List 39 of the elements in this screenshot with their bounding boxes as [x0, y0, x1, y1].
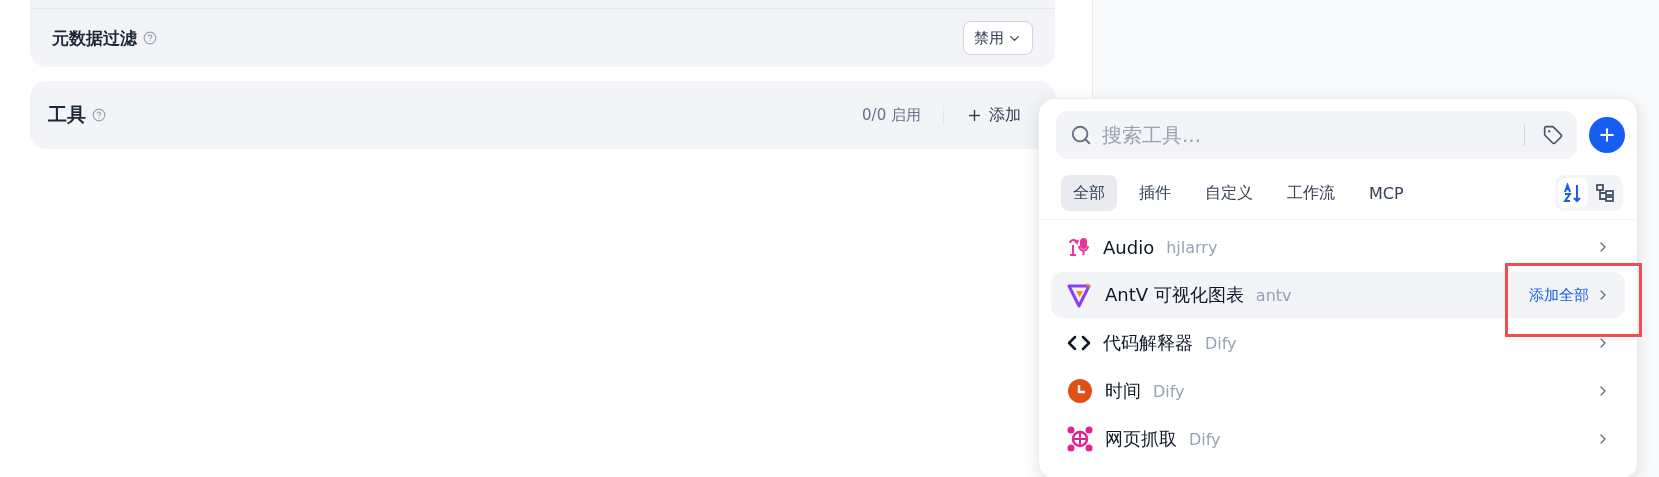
provider-author: hjlarry: [1166, 237, 1218, 257]
add-button[interactable]: 添加: [966, 104, 1021, 126]
section-title: 元数据过滤: [52, 26, 137, 50]
plus-icon: [1597, 125, 1617, 145]
provider-name: 时间: [1105, 379, 1141, 403]
filter-select[interactable]: 禁用: [963, 21, 1033, 55]
view-button[interactable]: [1558, 178, 1588, 208]
provider-item[interactable]: AntV 可视化图表 antv 添加全部: [1051, 272, 1625, 318]
provider-item[interactable]: 网页抓取 Dify: [1051, 416, 1625, 462]
provider-item[interactable]: 代码解释器 Dify: [1051, 320, 1625, 366]
provider-item[interactable]: Audio hjlarry: [1051, 224, 1625, 270]
clock-icon: [1067, 378, 1093, 404]
tree-icon: [1595, 183, 1615, 203]
provider-author: antv: [1255, 285, 1292, 305]
add-tool-button[interactable]: [1589, 117, 1625, 153]
globe-icon: [1067, 426, 1093, 452]
provider-name: 网页抓取: [1105, 427, 1177, 451]
search-input[interactable]: 搜索工具...: [1100, 122, 1516, 148]
filter-tab[interactable]: 全部: [1061, 175, 1117, 211]
microphone-icon: [1067, 235, 1091, 259]
filter-tab[interactable]: 自定义: [1193, 175, 1265, 211]
filter-tab[interactable]: MCP: [1357, 175, 1416, 211]
filter-tab[interactable]: 插件: [1127, 175, 1183, 211]
triangle-logo-icon: [1067, 282, 1093, 308]
provider-name: AntV 可视化图表: [1105, 283, 1244, 307]
filter-tab[interactable]: 工作流: [1275, 175, 1347, 211]
provider-name: Audio: [1103, 236, 1155, 258]
search-icon: [1070, 124, 1092, 146]
section-title: 工具: [48, 102, 86, 127]
provider-name: 代码解释器: [1103, 331, 1193, 355]
provider-item[interactable]: 时间 Dify: [1051, 368, 1625, 414]
provider-author: Dify: [1205, 333, 1237, 353]
provider-author: Dify: [1153, 381, 1185, 401]
add-all-link[interactable]: 添加全部: [1529, 285, 1589, 305]
provider-author: Dify: [1189, 429, 1221, 449]
search-field[interactable]: 搜索工具...: [1056, 111, 1577, 159]
enabled-count: 0/0 启用: [862, 105, 921, 125]
tag-icon[interactable]: [1543, 125, 1563, 145]
sort-az-icon: [1563, 183, 1583, 203]
